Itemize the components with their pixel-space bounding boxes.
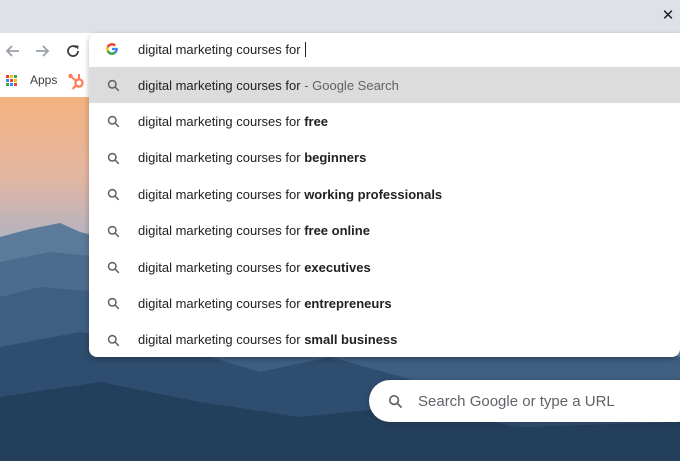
suggestion-item[interactable]: digital marketing courses for entreprene… <box>89 285 680 321</box>
google-g-icon <box>106 43 118 55</box>
suggestion-text: digital marketing courses for free onlin… <box>138 223 370 238</box>
suggestion-prefix: digital marketing courses for <box>138 296 305 312</box>
search-icon <box>107 297 120 315</box>
title-bar <box>0 0 680 33</box>
suggestion-prefix: digital marketing courses for <box>138 259 305 275</box>
close-window-icon[interactable]: ✕ <box>660 7 676 23</box>
suggestion-completion: free online <box>304 223 370 239</box>
omnibox-query[interactable]: digital marketing courses for <box>138 42 307 57</box>
search-icon <box>107 188 120 206</box>
arrow-left-icon <box>5 45 19 57</box>
suggestion-item[interactable]: digital marketing courses for free onlin… <box>89 213 680 249</box>
apps-dot <box>6 78 9 82</box>
suggestion-prefix: digital marketing courses for <box>138 332 305 348</box>
omnibox-input-row[interactable]: digital marketing courses for <box>89 33 680 67</box>
reload-button[interactable] <box>62 40 84 62</box>
reload-icon <box>67 45 79 57</box>
search-icon <box>388 394 403 409</box>
suggestion-prefix: digital marketing courses for <box>138 223 305 239</box>
back-button[interactable] <box>2 40 24 62</box>
suggestion-item[interactable]: digital marketing courses for - Google S… <box>89 67 680 104</box>
apps-dot <box>10 82 13 86</box>
suggestion-text: digital marketing courses for executives <box>138 260 371 275</box>
suggestion-completion: small business <box>304 332 398 348</box>
suggestion-prefix: digital marketing courses for <box>138 150 305 166</box>
suggestion-item[interactable]: digital marketing courses for beginners <box>89 140 680 176</box>
apps-dot <box>6 74 9 78</box>
suggestion-source: - Google Search <box>300 77 399 93</box>
omnibox-dropdown: digital marketing courses for digital ma… <box>89 33 680 357</box>
apps-label: Apps <box>30 73 58 87</box>
suggestion-prefix: digital marketing courses for <box>138 186 305 202</box>
suggestion-text: digital marketing courses for working pr… <box>138 187 442 202</box>
suggestion-text: digital marketing courses for beginners <box>138 150 366 165</box>
search-icon <box>107 115 120 133</box>
hubspot-icon[interactable] <box>68 72 86 90</box>
apps-dot <box>6 82 9 86</box>
apps-dot <box>14 74 17 78</box>
suggestion-completion: working professionals <box>304 186 443 202</box>
ntp-search-box[interactable]: Search Google or type a URL <box>369 380 680 422</box>
suggestion-completion: free <box>304 114 329 130</box>
suggestion-text: digital marketing courses for small busi… <box>138 332 397 347</box>
suggestion-text: digital marketing courses for entreprene… <box>138 296 392 311</box>
apps-dot <box>14 82 17 86</box>
search-icon <box>107 261 120 279</box>
apps-shortcut[interactable]: Apps <box>6 73 57 87</box>
apps-dot <box>10 78 13 82</box>
apps-dot <box>14 78 17 82</box>
suggestion-item[interactable]: digital marketing courses for free <box>89 103 680 139</box>
suggestion-item[interactable]: digital marketing courses for executives <box>89 249 680 285</box>
suggestion-text: digital marketing courses for free <box>138 114 328 129</box>
suggestion-completion: executives <box>304 259 371 275</box>
arrow-right-icon <box>36 45 50 57</box>
search-icon <box>107 79 120 97</box>
text-caret <box>305 42 307 57</box>
suggestion-text: digital marketing courses for - Google S… <box>138 78 399 93</box>
suggestion-item[interactable]: digital marketing courses for small busi… <box>89 322 680 358</box>
suggestion-list: digital marketing courses for - Google S… <box>89 67 680 358</box>
forward-button[interactable] <box>31 40 53 62</box>
suggestion-completion: entrepreneurs <box>304 296 392 312</box>
suggestion-item[interactable]: digital marketing courses for working pr… <box>89 176 680 212</box>
search-icon <box>107 152 120 170</box>
suggestion-prefix: digital marketing courses for <box>138 77 301 93</box>
suggestion-completion: beginners <box>304 150 367 166</box>
suggestion-prefix: digital marketing courses for <box>138 114 305 130</box>
apps-dot <box>10 74 13 78</box>
apps-grid-icon <box>6 74 17 86</box>
ntp-search-placeholder: Search Google or type a URL <box>418 393 615 410</box>
search-icon <box>107 334 120 352</box>
search-icon <box>107 225 120 243</box>
